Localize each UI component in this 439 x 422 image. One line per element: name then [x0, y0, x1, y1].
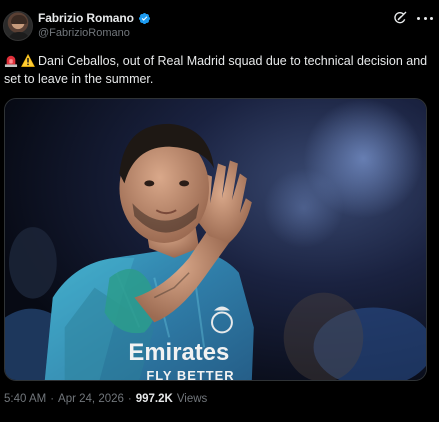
tweet-body-text: Dani Ceballos, out of Real Madrid squad …: [4, 54, 428, 86]
grok-icon[interactable]: [392, 10, 408, 26]
meta-separator-2: ·: [127, 393, 132, 405]
author-display-name[interactable]: Fabrizio Romano: [38, 11, 134, 25]
tweet-text: Dani Ceballos, out of Real Madrid squad …: [4, 52, 432, 88]
author-handle[interactable]: @FabrizioRomano: [38, 27, 130, 39]
warning-icon: [21, 54, 35, 67]
tweet-time[interactable]: 5:40 AM: [4, 393, 46, 405]
tweet-date[interactable]: Apr 24, 2026: [58, 393, 124, 405]
shirt-sponsor-subtext: FLY BETTER: [146, 368, 234, 380]
player-photo: Emirates FLY BETTER: [5, 99, 426, 380]
more-options-icon[interactable]: [417, 11, 433, 25]
tweet-card[interactable]: Fabrizio Romano @FabrizioRomano Dani Ceb…: [0, 0, 439, 422]
tweet-meta: 5:40 AM · Apr 24, 2026 · 997.2K Views: [4, 393, 207, 405]
tweet-header: Fabrizio Romano @FabrizioRomano: [0, 0, 439, 48]
siren-icon: [4, 55, 18, 67]
tweet-media-image[interactable]: Emirates FLY BETTER: [4, 98, 427, 381]
author-avatar[interactable]: [3, 11, 33, 41]
views-count[interactable]: 997.2K: [136, 393, 173, 405]
views-label: Views: [176, 393, 208, 405]
shirt-sponsor-text: Emirates: [128, 339, 229, 366]
author-name-row: Fabrizio Romano: [38, 10, 151, 26]
verified-badge-icon: [138, 12, 150, 24]
meta-separator: ·: [50, 393, 55, 405]
